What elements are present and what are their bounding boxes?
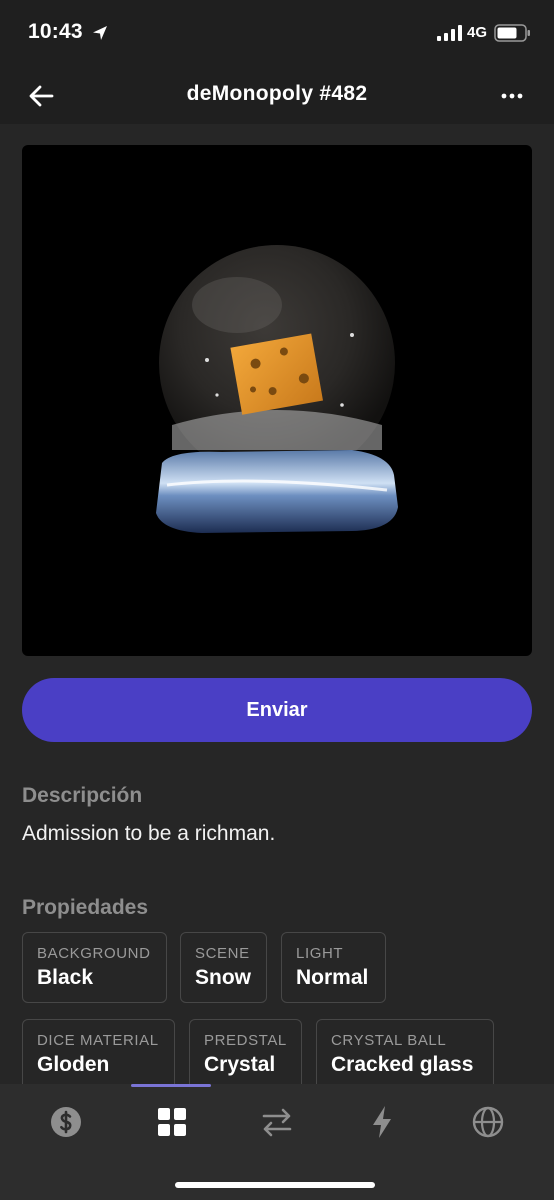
globe-icon [472,1106,504,1138]
network-label: 4G [467,24,488,41]
property-name: LIGHT [296,945,344,962]
property-value: Gloden [37,1053,110,1076]
grid-icon [158,1108,186,1136]
property-value: Snow [195,966,251,989]
dollar-icon [51,1107,81,1137]
property-card-scene: SCENE Snow [180,932,267,1003]
page-title: deMonopoly #482 [186,82,368,105]
status-bar: 10:43 4G [0,0,554,66]
battery-icon [494,24,530,42]
bolt-icon [373,1106,391,1138]
snow-globe-illustration [156,245,398,533]
status-time: 10:43 [28,20,83,43]
property-card-predstal: PREDSTAL Crystal [189,1019,302,1090]
property-card-dice-material: DICE MATERIAL Gloden [22,1019,175,1090]
tab-collectibles[interactable] [152,1102,192,1142]
property-value: Normal [296,966,369,989]
swap-icon [262,1108,292,1137]
nav-bar: deMonopoly #482 [0,66,554,124]
nft-image[interactable] [22,145,532,656]
property-value: Crystal [204,1053,276,1076]
signal-icon [437,25,462,41]
property-name: BACKGROUND [37,945,151,962]
home-indicator [175,1182,375,1188]
property-name: PREDSTAL [204,1032,287,1049]
tab-activity[interactable] [362,1102,402,1142]
property-name: SCENE [195,945,250,962]
description-heading: Descripción [22,784,143,807]
property-name: DICE MATERIAL [37,1032,159,1049]
properties-heading: Propiedades [22,896,149,919]
property-name: CRYSTAL BALL [331,1032,447,1049]
more-options-button[interactable] [494,78,530,114]
tab-swap[interactable] [257,1102,297,1142]
send-button[interactable]: Enviar [22,678,532,742]
property-card-crystal-ball: CRYSTAL BALL Cracked glass [316,1019,494,1090]
property-value: Cracked glass [331,1053,474,1076]
description-text: Admission to be a richman. [22,822,276,845]
property-card-light: LIGHT Normal [281,932,386,1003]
active-tab-indicator [131,1084,211,1087]
property-value: Black [37,966,94,989]
tab-wallet[interactable] [46,1102,86,1142]
location-arrow-icon [93,26,107,40]
tab-browser[interactable] [468,1102,508,1142]
property-card-background: BACKGROUND Black [22,932,167,1003]
more-dots-icon [501,93,523,99]
